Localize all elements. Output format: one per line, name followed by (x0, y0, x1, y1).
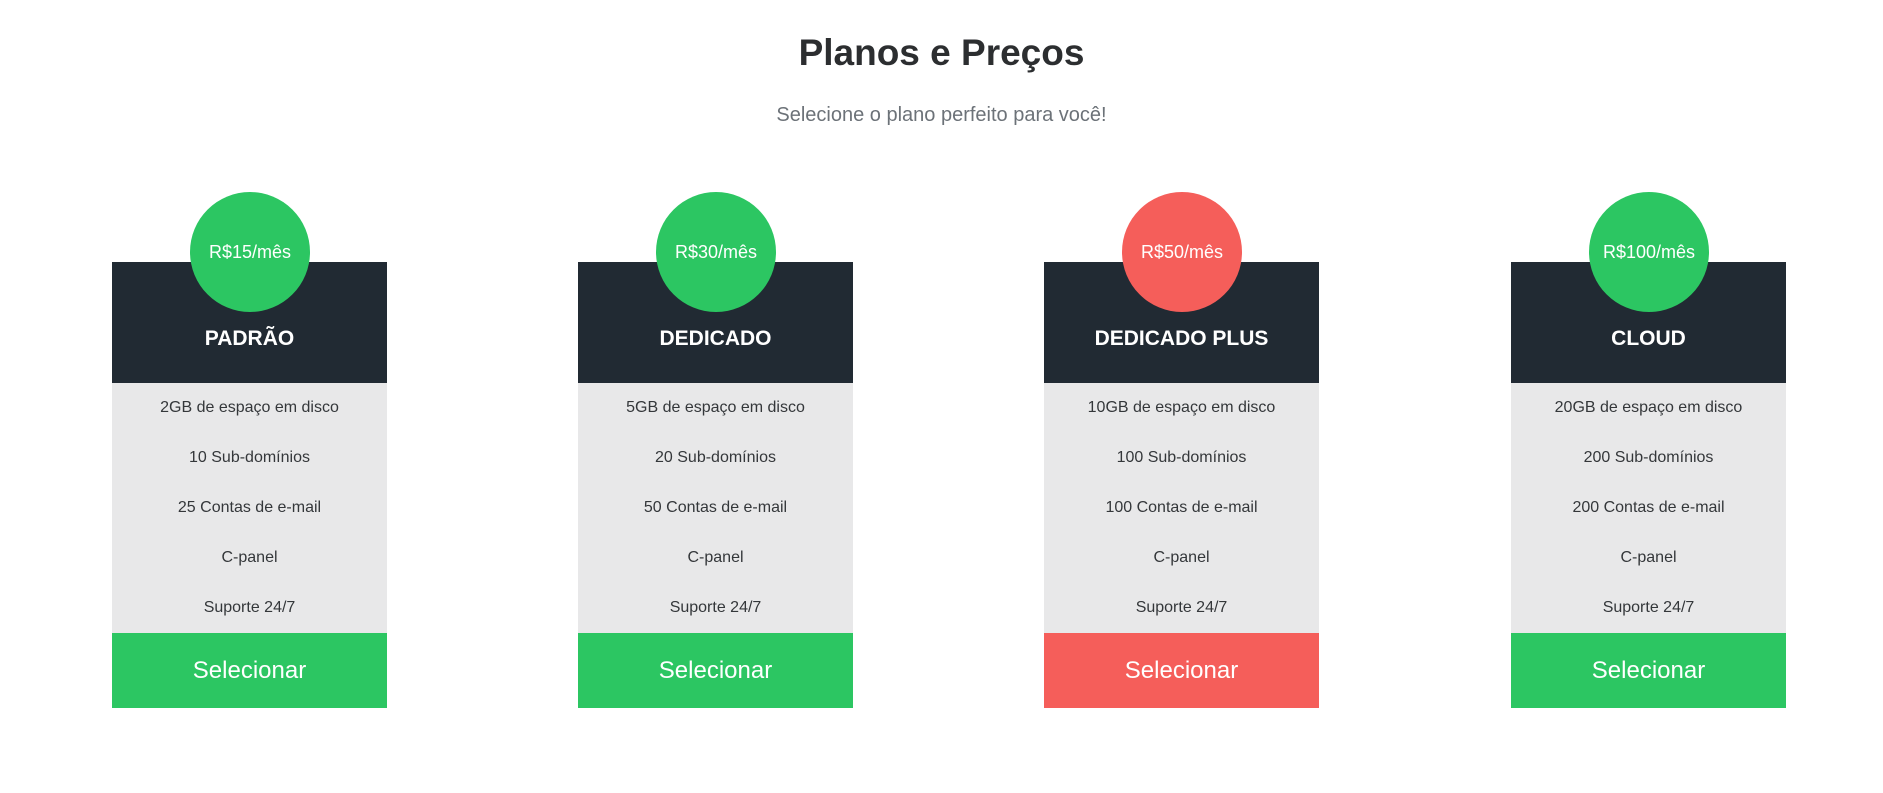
feature-item: C-panel (221, 549, 278, 566)
feature-item: 100 Contas de e-mail (1105, 499, 1258, 516)
plan-card-dedicado-plus: R$50/mês DEDICADO PLUS 10GB de espaço em… (1044, 192, 1319, 708)
plan-card-cloud: R$100/mês CLOUD 20GB de espaço em disco … (1511, 192, 1786, 708)
plan-card-padrao: R$15/mês PADRÃO 2GB de espaço em disco 1… (112, 192, 387, 708)
feature-item: C-panel (687, 549, 744, 566)
price-badge: R$30/mês (656, 192, 776, 312)
feature-item: 20GB de espaço em disco (1554, 399, 1743, 416)
plan-name: CLOUD (1611, 327, 1686, 350)
feature-item: 25 Contas de e-mail (177, 499, 322, 516)
feature-item: 20 Sub-domínios (655, 449, 776, 466)
select-plan-button[interactable]: Selecionar (1044, 633, 1319, 708)
feature-list: 20GB de espaço em disco 200 Sub-domínios… (1511, 383, 1786, 633)
select-plan-button[interactable]: Selecionar (578, 633, 853, 708)
feature-item: 2GB de espaço em disco (160, 399, 339, 416)
plan-name: DEDICADO (659, 327, 772, 350)
feature-item: 10 Sub-domínios (189, 449, 310, 466)
feature-item: 5GB de espaço em disco (626, 399, 805, 416)
feature-item: 10GB de espaço em disco (1087, 399, 1276, 416)
feature-item: C-panel (1620, 549, 1677, 566)
price-badge: R$15/mês (190, 192, 310, 312)
price-badge: R$100/mês (1589, 192, 1709, 312)
feature-list: 10GB de espaço em disco 100 Sub-domínios… (1044, 383, 1319, 633)
feature-item: 200 Sub-domínios (1583, 449, 1714, 466)
price-badge: R$50/mês (1122, 192, 1242, 312)
select-plan-button[interactable]: Selecionar (112, 633, 387, 708)
feature-list: 2GB de espaço em disco 10 Sub-domínios 2… (112, 383, 387, 633)
select-plan-button[interactable]: Selecionar (1511, 633, 1786, 708)
feature-item: Suporte 24/7 (1135, 599, 1228, 616)
feature-item: C-panel (1153, 549, 1210, 566)
feature-item: 50 Contas de e-mail (643, 499, 788, 516)
feature-list: 5GB de espaço em disco 20 Sub-domínios 5… (578, 383, 853, 633)
feature-item: Suporte 24/7 (669, 599, 762, 616)
feature-item: Suporte 24/7 (1602, 599, 1695, 616)
plan-name: PADRÃO (204, 327, 295, 350)
feature-item: 200 Contas de e-mail (1572, 499, 1725, 516)
pricing-plans: R$15/mês PADRÃO 2GB de espaço em disco 1… (0, 0, 1883, 793)
plan-card-dedicado: R$30/mês DEDICADO 5GB de espaço em disco… (578, 192, 853, 708)
plan-name: DEDICADO PLUS (1094, 327, 1269, 350)
feature-item: 100 Sub-domínios (1116, 449, 1247, 466)
feature-item: Suporte 24/7 (203, 599, 296, 616)
